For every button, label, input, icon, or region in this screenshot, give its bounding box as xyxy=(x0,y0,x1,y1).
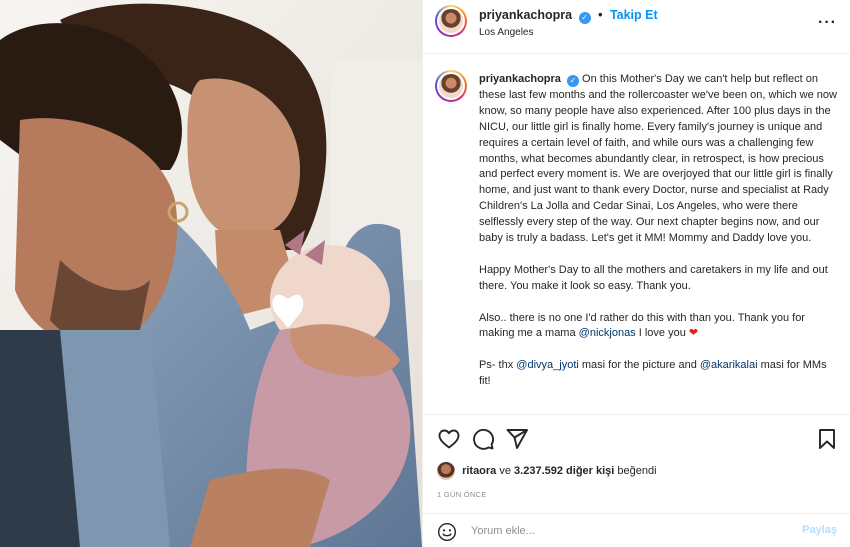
verified-badge-icon: ✓ xyxy=(578,12,591,24)
caption-text: priyankachopra ✓ On this Mother's Day we… xyxy=(479,72,841,406)
comment-icon[interactable] xyxy=(471,427,495,451)
separator-dot: • xyxy=(598,8,603,22)
caption-paragraph-3-text-b: I love you xyxy=(635,327,689,340)
follow-button[interactable]: Takip Et xyxy=(610,8,658,22)
likes-suffix: beğendi xyxy=(614,464,657,477)
caption-username[interactable]: priyankachopra xyxy=(479,73,561,85)
family-photo-illustration xyxy=(0,0,422,547)
verified-badge-icon: ✓ xyxy=(566,75,579,87)
action-bar xyxy=(423,414,850,460)
post-header: priyankachopra ✓ • Takip Et Los Angeles … xyxy=(423,0,850,54)
likes-count[interactable]: 3.237.592 diğer kişi xyxy=(514,465,614,477)
caption-paragraph-3: Also.. there is no one I'd rather do thi… xyxy=(479,311,841,343)
likes-row: ritaora ve 3.237.592 diğer kişi beğendi xyxy=(437,462,657,482)
mention-akarikalai[interactable]: @akarikalai xyxy=(700,359,758,371)
comment-box: Paylaş xyxy=(423,513,850,547)
mention-nickjonas[interactable]: @nickjonas xyxy=(579,327,636,339)
liker-username[interactable]: ritaora xyxy=(462,465,496,477)
caption-paragraph-4-text-a: Ps- thx xyxy=(479,359,517,372)
more-options-icon[interactable]: ··· xyxy=(818,14,837,32)
smiley-icon[interactable] xyxy=(437,522,457,542)
comment-input[interactable] xyxy=(471,523,791,539)
liker-avatar[interactable] xyxy=(437,462,455,480)
caption-paragraph-2: Happy Mother's Day to all the mothers an… xyxy=(479,263,828,292)
mention-divya-jyoti[interactable]: @divya_jyoti xyxy=(516,359,579,371)
bookmark-icon[interactable] xyxy=(815,427,839,451)
caption-area: priyankachopra ✓ On this Mother's Day we… xyxy=(423,54,850,414)
caption-paragraph-4: Ps- thx @divya_jyoti masi for the pictur… xyxy=(479,358,841,390)
header-username-row: priyankachopra ✓ • Takip Et xyxy=(479,8,658,24)
heart-icon[interactable] xyxy=(437,427,461,451)
header-username[interactable]: priyankachopra xyxy=(479,8,572,22)
post-comment-button[interactable]: Paylaş xyxy=(802,524,837,536)
caption-avatar[interactable] xyxy=(435,70,467,102)
caption-paragraph-4-text-b: masi for the picture and xyxy=(578,359,700,372)
location-link[interactable]: Los Angeles xyxy=(479,27,534,38)
caption-paragraph-1-text: On this Mother's Day we can't help but r… xyxy=(479,73,837,245)
caption-paragraph-1: priyankachopra ✓ On this Mother's Day we… xyxy=(479,72,841,247)
share-icon[interactable] xyxy=(505,427,529,451)
post-panel: priyankachopra ✓ • Takip Et Los Angeles … xyxy=(422,0,850,547)
profile-avatar[interactable] xyxy=(435,5,467,37)
post-timestamp: 1 GÜN ÖNCE xyxy=(437,490,487,499)
post-photo[interactable] xyxy=(0,0,422,547)
red-heart-emoji: ❤ xyxy=(688,327,699,340)
likes-connector: ve xyxy=(496,464,515,477)
